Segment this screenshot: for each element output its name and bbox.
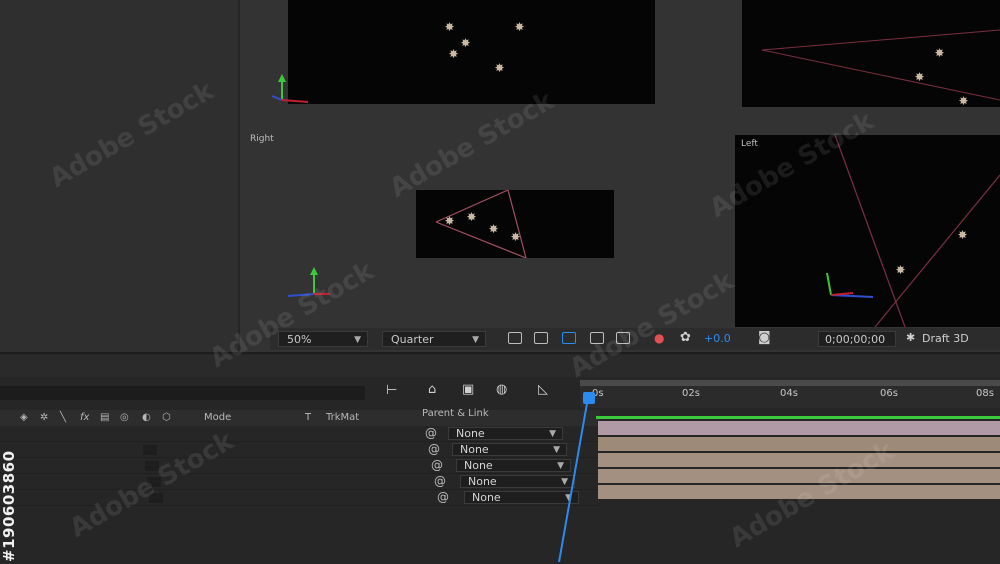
particle-icon: ✸ (466, 210, 477, 224)
layer-row[interactable]: @ None ▼ (0, 426, 600, 442)
layer-row[interactable]: @ None ▼ (0, 458, 600, 474)
project-panel (0, 0, 240, 352)
ruler-label: 02s (682, 388, 700, 399)
graph-editor-icon[interactable]: ◺ (538, 382, 548, 397)
parent-link-column-header[interactable]: Parent & Link (422, 408, 489, 419)
parent-dropdown[interactable]: None ▼ (464, 491, 579, 504)
pick-whip-icon[interactable]: @ (428, 443, 440, 455)
ruler-label: 06s (880, 388, 898, 399)
chevron-down-icon: ▼ (553, 445, 560, 455)
pick-whip-icon[interactable]: @ (434, 475, 446, 487)
parent-value: None (460, 443, 489, 456)
parent-value: None (472, 491, 501, 504)
chevron-down-icon: ▼ (354, 335, 361, 345)
particle-icon: ✸ (514, 20, 525, 34)
layer-row[interactable]: @ None ▼ (0, 474, 600, 490)
snapshot-icon[interactable]: ◙ (758, 330, 771, 345)
frame-blend-icon: ▤ (100, 412, 110, 423)
layer-row[interactable]: @ None ▼ (0, 442, 600, 458)
pick-whip-icon[interactable]: @ (437, 491, 449, 503)
mode-column-header[interactable]: Mode (204, 412, 231, 423)
pick-whip-icon[interactable]: @ (425, 427, 437, 439)
particle-icon: ✸ (444, 20, 455, 34)
adjustment-icon: ◐ (142, 412, 151, 423)
chevron-down-icon: ▼ (472, 335, 479, 345)
pick-whip-icon[interactable]: @ (431, 459, 443, 471)
particle-icon: ✸ (488, 222, 499, 236)
chevron-down-icon: ▼ (549, 429, 556, 439)
particle-icon: ✸ (895, 263, 906, 277)
chevron-down-icon: ▼ (557, 461, 564, 471)
draft-3d-icon[interactable]: ⌂ (428, 382, 436, 397)
color-management-icon[interactable]: ✿ (680, 330, 691, 345)
playhead-handle-icon[interactable] (583, 392, 595, 404)
3d-icon: ⬡ (162, 412, 171, 423)
parent-dropdown[interactable]: None ▼ (452, 443, 567, 456)
view-label-right: Right (250, 134, 274, 144)
quality-icon: ╲ (60, 412, 67, 423)
top-right-view[interactable]: ✸ ✸ ✸ (742, 0, 1000, 107)
fast-previews-icon[interactable] (508, 332, 522, 344)
timecode: 0;00;00;00 (825, 333, 886, 346)
region-of-interest-icon[interactable] (562, 332, 576, 344)
trkmat-column-header[interactable]: TrkMat (326, 412, 359, 423)
work-area-indicator (596, 416, 1000, 419)
camera-lines (761, 29, 1000, 101)
parent-dropdown[interactable]: None ▼ (448, 427, 563, 440)
work-area-bar[interactable] (580, 380, 1000, 386)
shy-icon: ✲ (40, 412, 49, 423)
particle-icon: ✸ (444, 214, 455, 228)
fx-icon: fx (80, 412, 90, 423)
layer-duration-bar[interactable] (598, 421, 1000, 435)
particle-icon: ✸ (957, 228, 968, 242)
resolution-dropdown[interactable]: Quarter ▼ (382, 331, 486, 347)
t-column-header[interactable]: T (305, 412, 311, 423)
comp-flowchart-icon[interactable]: ⊢ (386, 383, 397, 398)
layer-duration-bar[interactable] (598, 437, 1000, 451)
parent-dropdown[interactable]: None ▼ (456, 459, 571, 472)
stock-id-watermark: #190603860 (0, 450, 18, 562)
ruler-label: 04s (780, 388, 798, 399)
shy-layers-icon[interactable]: ▣ (462, 382, 474, 397)
active-camera-view[interactable]: ✸ ✸ ✸ ✸ (416, 190, 614, 258)
parent-value: None (456, 427, 485, 440)
exposure-value[interactable]: +0.0 (704, 332, 731, 345)
layer-duration-bar[interactable] (598, 469, 1000, 483)
particle-icon: ✸ (460, 36, 471, 50)
axis-gizmo-icon (271, 74, 309, 103)
motion-blur-icon: ◎ (120, 412, 129, 423)
label-color-swatch[interactable] (143, 445, 157, 455)
draft-3d-toggle[interactable]: Draft 3D (922, 332, 969, 345)
parent-dropdown[interactable]: None ▼ (460, 475, 575, 488)
parent-value: None (464, 459, 493, 472)
magnification-value: 50% (287, 333, 312, 346)
particle-icon: ✸ (510, 230, 521, 244)
chevron-down-icon: ▼ (561, 477, 568, 487)
layer-search-input[interactable] (0, 386, 365, 400)
resolution-value: Quarter (391, 333, 434, 346)
transparency-grid-icon[interactable] (534, 332, 548, 344)
renderer-icon: ✱ (906, 331, 916, 344)
particle-icon: ✸ (448, 47, 459, 61)
layer-duration-bar[interactable] (598, 453, 1000, 467)
ruler-label: 08s (976, 388, 994, 399)
timeline-tab-bar (0, 355, 1000, 377)
particle-icon: ✸ (494, 61, 505, 75)
parent-value: None (468, 475, 497, 488)
axis-gizmo-icon (826, 272, 874, 298)
top-view[interactable]: ✸ ✸ ✸ ✸ ✸ (288, 0, 655, 104)
magnification-dropdown[interactable]: 50% ▼ (278, 331, 368, 347)
current-time-display[interactable]: 0;00;00;00 (818, 331, 896, 347)
motion-blur-icon[interactable]: ◍ (496, 382, 507, 397)
